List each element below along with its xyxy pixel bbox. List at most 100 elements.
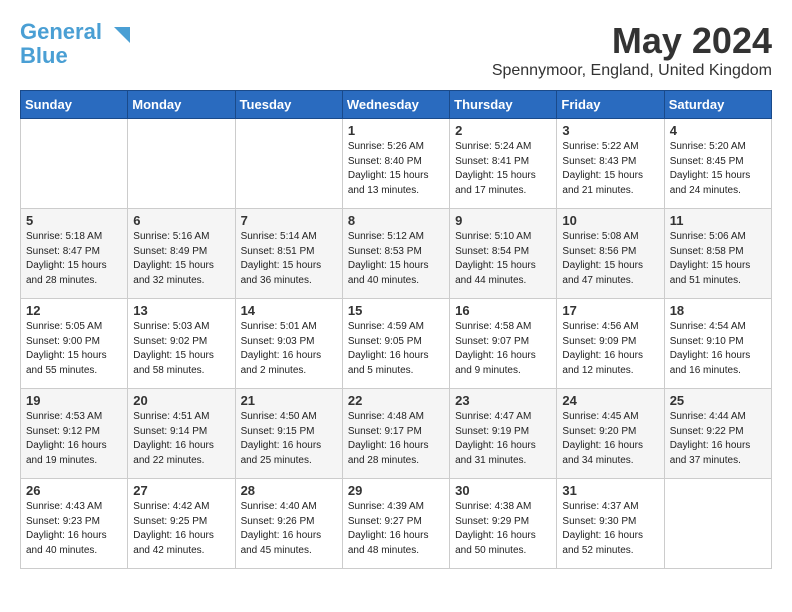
day-number: 16 xyxy=(455,303,551,318)
day-number: 11 xyxy=(670,213,766,228)
day-number: 27 xyxy=(133,483,229,498)
logo-text: GeneralBlue xyxy=(20,20,102,68)
day-number: 6 xyxy=(133,213,229,228)
day-number: 24 xyxy=(562,393,658,408)
day-number: 1 xyxy=(348,123,444,138)
day-info: Sunrise: 4:40 AM Sunset: 9:26 PM Dayligh… xyxy=(241,500,337,558)
day-info: Sunrise: 4:53 AM Sunset: 9:12 PM Dayligh… xyxy=(26,410,122,468)
day-number: 20 xyxy=(133,393,229,408)
page-header: GeneralBlue May 2024 Spennymoor, England… xyxy=(20,20,772,80)
day-info: Sunrise: 4:42 AM Sunset: 9:25 PM Dayligh… xyxy=(133,500,229,558)
calendar-cell: 7 Sunrise: 5:14 AM Sunset: 8:51 PM Daylig… xyxy=(235,209,342,299)
day-info: Sunrise: 4:47 AM Sunset: 9:19 PM Dayligh… xyxy=(455,410,551,468)
calendar-cell: 29 Sunrise: 4:39 AM Sunset: 9:27 PM Dayli… xyxy=(342,479,449,569)
location: Spennymoor, England, United Kingdom xyxy=(492,62,772,80)
day-number: 29 xyxy=(348,483,444,498)
calendar-cell: 25 Sunrise: 4:44 AM Sunset: 9:22 PM Dayli… xyxy=(664,389,771,479)
day-info: Sunrise: 5:22 AM Sunset: 8:43 PM Dayligh… xyxy=(562,140,658,198)
day-info: Sunrise: 5:08 AM Sunset: 8:56 PM Dayligh… xyxy=(562,230,658,288)
day-info: Sunrise: 5:10 AM Sunset: 8:54 PM Dayligh… xyxy=(455,230,551,288)
calendar-cell: 1 Sunrise: 5:26 AM Sunset: 8:40 PM Daylig… xyxy=(342,119,449,209)
day-info: Sunrise: 4:54 AM Sunset: 9:10 PM Dayligh… xyxy=(670,320,766,378)
day-info: Sunrise: 5:01 AM Sunset: 9:03 PM Dayligh… xyxy=(241,320,337,378)
day-number: 31 xyxy=(562,483,658,498)
calendar-cell: 18 Sunrise: 4:54 AM Sunset: 9:10 PM Dayli… xyxy=(664,299,771,389)
calendar-cell: 19 Sunrise: 4:53 AM Sunset: 9:12 PM Dayli… xyxy=(21,389,128,479)
day-number: 5 xyxy=(26,213,122,228)
header-monday: Monday xyxy=(128,91,235,119)
day-info: Sunrise: 4:38 AM Sunset: 9:29 PM Dayligh… xyxy=(455,500,551,558)
header-row: SundayMondayTuesdayWednesdayThursdayFrid… xyxy=(21,91,772,119)
header-sunday: Sunday xyxy=(21,91,128,119)
day-number: 23 xyxy=(455,393,551,408)
day-info: Sunrise: 4:44 AM Sunset: 9:22 PM Dayligh… xyxy=(670,410,766,468)
day-number: 3 xyxy=(562,123,658,138)
day-info: Sunrise: 4:45 AM Sunset: 9:20 PM Dayligh… xyxy=(562,410,658,468)
day-number: 10 xyxy=(562,213,658,228)
calendar-cell: 3 Sunrise: 5:22 AM Sunset: 8:43 PM Daylig… xyxy=(557,119,664,209)
day-info: Sunrise: 4:59 AM Sunset: 9:05 PM Dayligh… xyxy=(348,320,444,378)
calendar-cell: 6 Sunrise: 5:16 AM Sunset: 8:49 PM Daylig… xyxy=(128,209,235,299)
day-number: 22 xyxy=(348,393,444,408)
calendar-cell: 17 Sunrise: 4:56 AM Sunset: 9:09 PM Dayli… xyxy=(557,299,664,389)
day-number: 21 xyxy=(241,393,337,408)
calendar-cell: 21 Sunrise: 4:50 AM Sunset: 9:15 PM Dayli… xyxy=(235,389,342,479)
calendar-cell: 16 Sunrise: 4:58 AM Sunset: 9:07 PM Dayli… xyxy=(450,299,557,389)
day-number: 13 xyxy=(133,303,229,318)
calendar-body: 1 Sunrise: 5:26 AM Sunset: 8:40 PM Daylig… xyxy=(21,119,772,569)
calendar-cell: 10 Sunrise: 5:08 AM Sunset: 8:56 PM Dayli… xyxy=(557,209,664,299)
calendar-cell: 31 Sunrise: 4:37 AM Sunset: 9:30 PM Dayli… xyxy=(557,479,664,569)
calendar-cell: 28 Sunrise: 4:40 AM Sunset: 9:26 PM Dayli… xyxy=(235,479,342,569)
day-info: Sunrise: 4:48 AM Sunset: 9:17 PM Dayligh… xyxy=(348,410,444,468)
day-info: Sunrise: 5:14 AM Sunset: 8:51 PM Dayligh… xyxy=(241,230,337,288)
day-info: Sunrise: 5:16 AM Sunset: 8:49 PM Dayligh… xyxy=(133,230,229,288)
day-number: 15 xyxy=(348,303,444,318)
logo: GeneralBlue xyxy=(20,20,134,68)
calendar-cell: 30 Sunrise: 4:38 AM Sunset: 9:29 PM Dayli… xyxy=(450,479,557,569)
day-info: Sunrise: 5:26 AM Sunset: 8:40 PM Dayligh… xyxy=(348,140,444,198)
day-info: Sunrise: 5:03 AM Sunset: 9:02 PM Dayligh… xyxy=(133,320,229,378)
calendar-cell xyxy=(235,119,342,209)
day-info: Sunrise: 5:12 AM Sunset: 8:53 PM Dayligh… xyxy=(348,230,444,288)
day-number: 2 xyxy=(455,123,551,138)
week-row-1: 1 Sunrise: 5:26 AM Sunset: 8:40 PM Daylig… xyxy=(21,119,772,209)
day-number: 25 xyxy=(670,393,766,408)
title-block: May 2024 Spennymoor, England, United Kin… xyxy=(492,20,772,80)
calendar-cell: 4Sunrise: 5:20 AM Sunset: 8:45 PM Daylig… xyxy=(664,119,771,209)
calendar-cell: 14 Sunrise: 5:01 AM Sunset: 9:03 PM Dayli… xyxy=(235,299,342,389)
day-info: Sunrise: 5:18 AM Sunset: 8:47 PM Dayligh… xyxy=(26,230,122,288)
day-number: 30 xyxy=(455,483,551,498)
day-number: 19 xyxy=(26,393,122,408)
calendar-cell: 2 Sunrise: 5:24 AM Sunset: 8:41 PM Daylig… xyxy=(450,119,557,209)
week-row-4: 19 Sunrise: 4:53 AM Sunset: 9:12 PM Dayli… xyxy=(21,389,772,479)
week-row-3: 12Sunrise: 5:05 AM Sunset: 9:00 PM Dayli… xyxy=(21,299,772,389)
month-year: May 2024 xyxy=(492,20,772,62)
calendar-table: SundayMondayTuesdayWednesdayThursdayFrid… xyxy=(20,90,772,569)
day-number: 4 xyxy=(670,123,766,138)
day-info: Sunrise: 5:05 AM Sunset: 9:00 PM Dayligh… xyxy=(26,320,122,378)
calendar-cell: 22 Sunrise: 4:48 AM Sunset: 9:17 PM Dayli… xyxy=(342,389,449,479)
day-info: Sunrise: 4:56 AM Sunset: 9:09 PM Dayligh… xyxy=(562,320,658,378)
day-info: Sunrise: 4:51 AM Sunset: 9:14 PM Dayligh… xyxy=(133,410,229,468)
day-number: 18 xyxy=(670,303,766,318)
calendar-cell: 27 Sunrise: 4:42 AM Sunset: 9:25 PM Dayli… xyxy=(128,479,235,569)
week-row-2: 5 Sunrise: 5:18 AM Sunset: 8:47 PM Daylig… xyxy=(21,209,772,299)
calendar-cell: 24 Sunrise: 4:45 AM Sunset: 9:20 PM Dayli… xyxy=(557,389,664,479)
day-info: Sunrise: 4:39 AM Sunset: 9:27 PM Dayligh… xyxy=(348,500,444,558)
calendar-cell: 15 Sunrise: 4:59 AM Sunset: 9:05 PM Dayli… xyxy=(342,299,449,389)
calendar-cell xyxy=(128,119,235,209)
calendar-cell: 26Sunrise: 4:43 AM Sunset: 9:23 PM Dayli… xyxy=(21,479,128,569)
day-info: Sunrise: 4:37 AM Sunset: 9:30 PM Dayligh… xyxy=(562,500,658,558)
day-number: 28 xyxy=(241,483,337,498)
day-info: Sunrise: 5:24 AM Sunset: 8:41 PM Dayligh… xyxy=(455,140,551,198)
calendar-cell: 12Sunrise: 5:05 AM Sunset: 9:00 PM Dayli… xyxy=(21,299,128,389)
calendar-cell: 9Sunrise: 5:10 AM Sunset: 8:54 PM Daylig… xyxy=(450,209,557,299)
day-info: Sunrise: 4:50 AM Sunset: 9:15 PM Dayligh… xyxy=(241,410,337,468)
day-number: 17 xyxy=(562,303,658,318)
day-info: Sunrise: 4:58 AM Sunset: 9:07 PM Dayligh… xyxy=(455,320,551,378)
logo-arrow-icon xyxy=(106,23,134,51)
day-number: 14 xyxy=(241,303,337,318)
header-thursday: Thursday xyxy=(450,91,557,119)
calendar-header: SundayMondayTuesdayWednesdayThursdayFrid… xyxy=(21,91,772,119)
day-number: 7 xyxy=(241,213,337,228)
